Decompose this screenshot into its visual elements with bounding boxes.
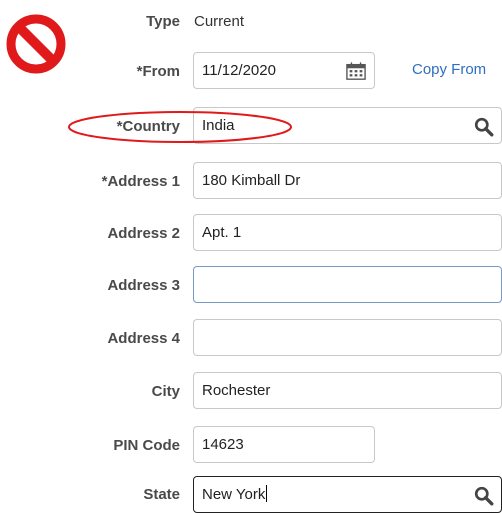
- pin-code-label: PIN Code: [113, 437, 180, 454]
- state-label: State: [143, 486, 180, 503]
- city-value: Rochester: [202, 382, 271, 399]
- calendar-icon[interactable]: [346, 61, 366, 81]
- address1-label: *Address 1: [101, 173, 180, 190]
- address4-input[interactable]: [193, 319, 502, 356]
- prohibited-icon: [6, 14, 66, 74]
- address1-value: 180 Kimball Dr: [202, 172, 301, 189]
- from-label: *From: [136, 63, 180, 80]
- annotation-ellipse: [68, 111, 292, 143]
- from-date-input[interactable]: 11/12/2020: [193, 52, 375, 89]
- pin-code-input[interactable]: 14623: [193, 426, 375, 463]
- text-caret: [266, 485, 268, 502]
- city-input[interactable]: Rochester: [193, 372, 502, 409]
- address2-input[interactable]: Apt. 1: [193, 214, 502, 251]
- city-label: City: [151, 383, 180, 400]
- address1-input[interactable]: 180 Kimball Dr: [193, 162, 502, 199]
- type-value: Current: [194, 13, 245, 30]
- copy-from-link[interactable]: Copy From: [412, 61, 486, 78]
- address2-label: Address 2: [107, 225, 180, 242]
- state-value: New York: [202, 486, 266, 503]
- address4-label: Address 4: [107, 330, 180, 347]
- from-date-value: 11/12/2020: [202, 62, 276, 79]
- address3-label: Address 3: [107, 277, 180, 294]
- state-input[interactable]: New York: [193, 476, 502, 513]
- search-icon[interactable]: [474, 486, 494, 506]
- address2-value: Apt. 1: [202, 224, 242, 241]
- type-label: Type: [146, 13, 180, 30]
- search-icon[interactable]: [474, 117, 494, 137]
- pin-code-value: 14623: [202, 436, 244, 453]
- address3-input[interactable]: [193, 266, 502, 303]
